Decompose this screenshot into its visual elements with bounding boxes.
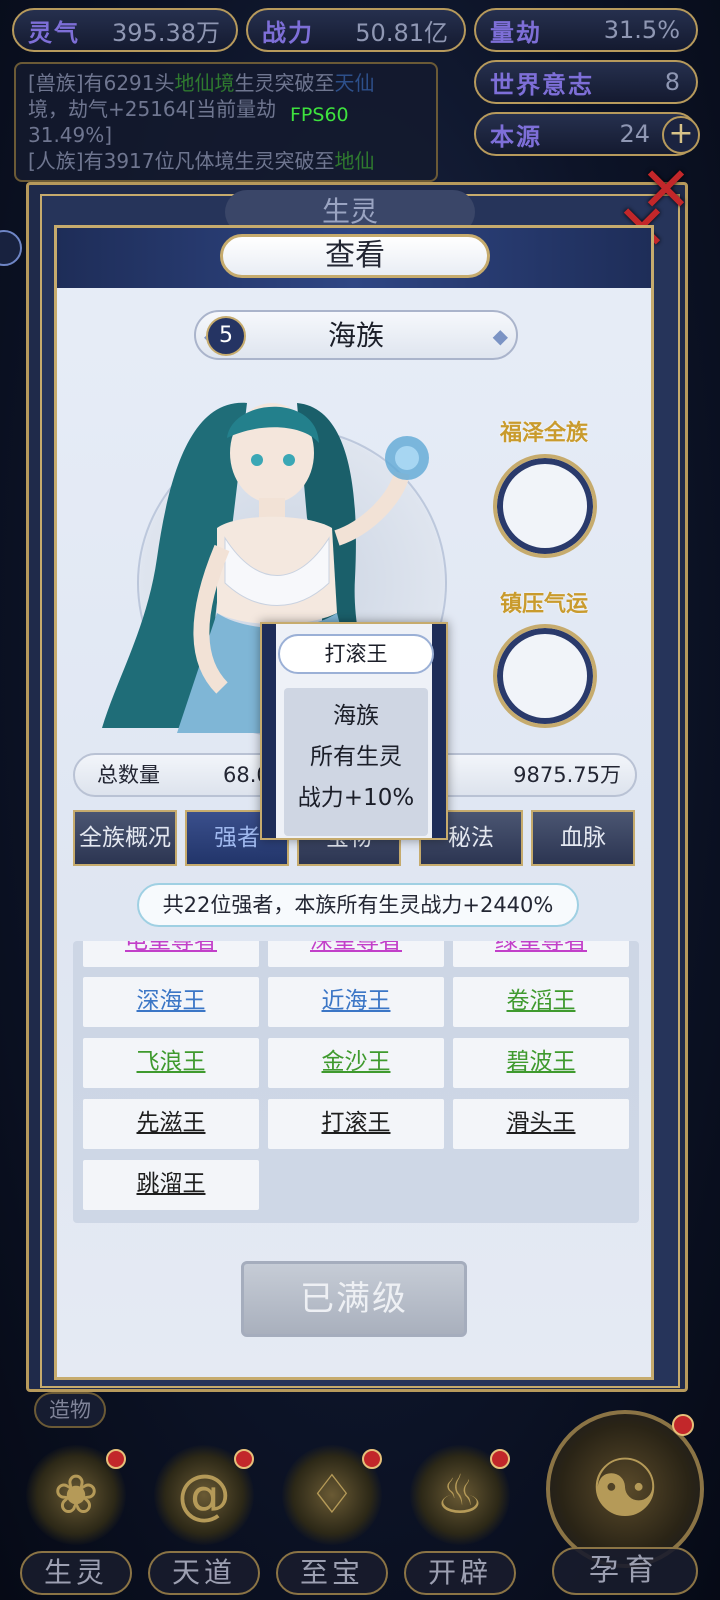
- blessing-slot[interactable]: [493, 454, 597, 558]
- notification-dot: [362, 1449, 382, 1469]
- nav-shengling[interactable]: ❀ 生灵: [16, 1445, 136, 1595]
- nav-label: 天道: [148, 1551, 260, 1595]
- notification-dot: [106, 1449, 126, 1469]
- notification-dot: [234, 1449, 254, 1469]
- champion-summary: 共22位强者，本族所有生灵战力+2440%: [137, 883, 579, 927]
- champion-tooltip: 打滚王 海族 所有生灵 战力+10%: [260, 622, 448, 840]
- tooltip-border: [432, 624, 446, 838]
- log-text: [人族]有3917位凡体境生灵突破至: [28, 149, 335, 173]
- champion-item-selected[interactable]: 打滚王: [268, 1099, 444, 1149]
- nav-label: 孕育: [552, 1547, 698, 1595]
- champion-item[interactable]: 电皇尊者: [83, 941, 259, 967]
- tooltip-line: 战力+10%: [297, 785, 415, 811]
- champion-item[interactable]: 绿皇尊者: [453, 941, 629, 967]
- resource-label: 本源: [490, 122, 542, 151]
- resource-label: 世界意志: [490, 70, 594, 99]
- tab-overview[interactable]: 全族概况: [73, 810, 177, 866]
- resource-zhanli: 战力 50.81亿: [246, 8, 466, 52]
- log-text: 生灵突破至: [234, 71, 335, 95]
- champion-grid[interactable]: 电皇尊者 深皇尊者 绿皇尊者 深海王 近海王 卷滔王 飞浪王 金沙王 碧波王 先…: [73, 941, 639, 1223]
- race-number-badge: 5: [206, 316, 246, 356]
- notification-dot: [490, 1449, 510, 1469]
- nav-zhibao[interactable]: ♢ 至宝: [272, 1445, 392, 1595]
- tooltip-line: 海族: [333, 703, 379, 729]
- next-arrow-icon[interactable]: ◆: [493, 324, 508, 348]
- resource-world-will[interactable]: 世界意志 8: [474, 60, 698, 104]
- nav-label: 开辟: [404, 1551, 516, 1595]
- add-benyuan-button[interactable]: +: [662, 116, 700, 154]
- champion-item[interactable]: 金沙王: [268, 1038, 444, 1088]
- champion-item[interactable]: 碧波王: [453, 1038, 629, 1088]
- champion-item[interactable]: 深海王: [83, 977, 259, 1027]
- resource-benyuan[interactable]: 本源 24 +: [474, 112, 700, 156]
- creation-tag[interactable]: 造物: [34, 1392, 106, 1428]
- tooltip-border: [262, 624, 276, 838]
- log-realm: 地仙: [334, 149, 375, 173]
- log-text: 境，劫气+25164[当前量劫: [28, 97, 277, 121]
- nav-kaipi[interactable]: ♨ 开辟: [400, 1445, 520, 1595]
- nav-yunyu[interactable]: ☯ 孕育: [540, 1410, 710, 1595]
- nav-label: 至宝: [276, 1551, 388, 1595]
- champion-item[interactable]: 滑头王: [453, 1099, 629, 1149]
- tab-bloodline[interactable]: 血脉: [531, 810, 635, 866]
- resource-value: 50.81亿: [355, 18, 448, 47]
- resource-liangjie[interactable]: 量劫 31.5%: [474, 8, 698, 52]
- champion-item[interactable]: 深皇尊者: [268, 941, 444, 967]
- tooltip-title: 打滚王: [278, 634, 434, 674]
- champion-item[interactable]: 卷滔王: [453, 977, 629, 1027]
- suppress-luck-slot[interactable]: [493, 624, 597, 728]
- tooltip-line: 所有生灵: [310, 744, 402, 770]
- side-orb-icon[interactable]: [0, 230, 22, 266]
- resource-value: 31.5%: [603, 16, 680, 44]
- champion-item[interactable]: 近海王: [268, 977, 444, 1027]
- log-text: 31.49%]: [28, 123, 113, 147]
- champion-item[interactable]: 跳溜王: [83, 1160, 259, 1210]
- panel-title: 查看: [220, 234, 490, 278]
- log-realm: 地仙境: [174, 71, 235, 95]
- champion-item[interactable]: 先滋王: [83, 1099, 259, 1149]
- resource-label: 量劫: [490, 18, 542, 47]
- resource-label: 灵气: [28, 18, 80, 47]
- total-power-value: 9875.75万: [513, 763, 621, 787]
- slot-label: 镇压气运: [499, 592, 588, 617]
- resource-value: 8: [664, 68, 680, 96]
- race-selector[interactable]: ◆ 海族 5 ◆: [194, 310, 518, 360]
- resource-lingqi: 灵气 395.38万: [12, 8, 238, 52]
- nav-tiandao[interactable]: @ 天道: [144, 1445, 264, 1595]
- log-text: [兽族]有6291头: [28, 71, 175, 95]
- log-realm: 天仙: [334, 71, 375, 95]
- nav-label: 生灵: [20, 1551, 132, 1595]
- resource-value: 24: [619, 120, 650, 148]
- champion-item[interactable]: 飞浪王: [83, 1038, 259, 1088]
- max-level-button[interactable]: 已满级: [241, 1261, 467, 1337]
- resource-label: 战力: [262, 18, 314, 47]
- event-log[interactable]: [兽族]有6291头地仙境生灵突破至天仙 境，劫气+25164[当前量劫 31.…: [14, 62, 438, 182]
- total-count-label: 总数量: [97, 763, 160, 787]
- notification-dot: [672, 1414, 694, 1436]
- slot-label: 福泽全族: [499, 421, 588, 446]
- fps-counter: FPS60: [290, 104, 349, 126]
- resource-value: 395.38万: [112, 18, 220, 47]
- tooltip-body: 海族 所有生灵 战力+10%: [284, 688, 428, 836]
